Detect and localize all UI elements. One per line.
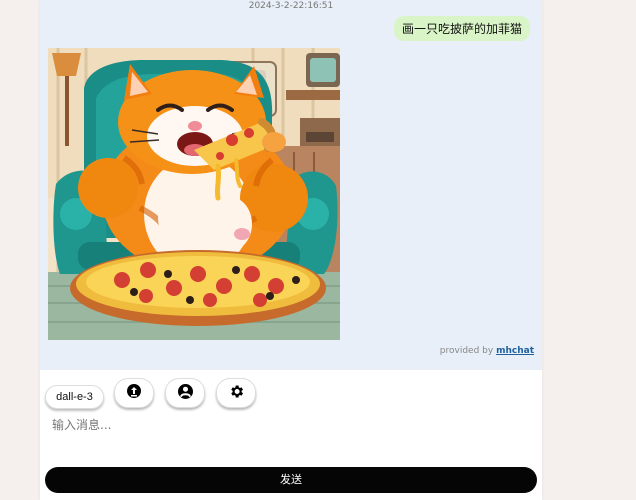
user-icon [177, 383, 194, 404]
message-timestamp: 2024-3-2-22:16:51 [248, 1, 334, 11]
upload-icon [126, 383, 142, 403]
mhchat-link[interactable]: mhchat [496, 346, 534, 356]
user-button[interactable] [165, 378, 205, 408]
chat-toolbar: dall-e-3 [45, 378, 535, 410]
gear-icon [228, 383, 245, 404]
settings-button[interactable] [216, 378, 256, 408]
upload-button[interactable] [114, 378, 154, 408]
chat-area: 2024-3-2-22:16:51 画一只吃披萨的加菲猫 provided by… [40, 0, 542, 370]
send-button[interactable]: 发送 [45, 467, 537, 493]
model-select-button[interactable]: dall-e-3 [45, 385, 104, 409]
chat-app: 2024-3-2-22:16:51 画一只吃披萨的加菲猫 provided by… [40, 0, 542, 500]
cat-pizza-illustration [48, 48, 340, 340]
generated-image-cat-eating-pizza[interactable] [48, 48, 340, 340]
user-message-bubble: 画一只吃披萨的加菲猫 [393, 16, 530, 41]
message-input[interactable] [50, 414, 534, 458]
provided-by-prefix: provided by [439, 346, 494, 356]
provided-by-attribution: provided by mhchat [440, 346, 534, 356]
